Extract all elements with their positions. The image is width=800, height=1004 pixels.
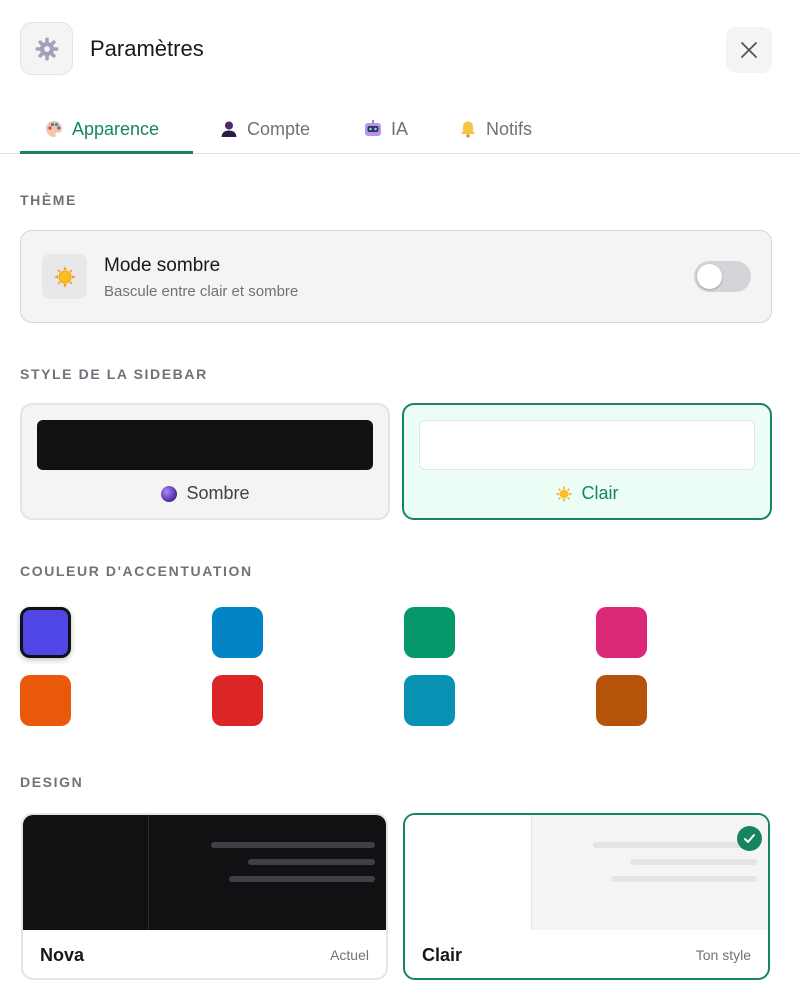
user-icon (219, 119, 239, 139)
tab-notifs[interactable]: Notifs (458, 104, 532, 154)
page-title: Paramètres (90, 36, 204, 61)
preview-line (611, 876, 757, 882)
gear-icon (35, 37, 58, 60)
design-preview-nova (23, 815, 386, 930)
sidebar-preview-light (419, 420, 755, 470)
robot-icon (363, 119, 383, 139)
close-button[interactable] (726, 27, 772, 73)
dark-mode-subtitle: Bascule entre clair et sombre (104, 283, 299, 300)
sidebar-style-sombre-label: Sombre (186, 483, 250, 503)
dark-mode-toggle[interactable] (694, 261, 751, 292)
design-option-nova-name: Nova (40, 945, 85, 965)
accent-swatch[interactable] (212, 607, 263, 658)
tab-ia-label: IA (391, 118, 409, 139)
design-option-clair-name: Clair (422, 945, 463, 965)
preview-line (229, 876, 375, 882)
sidebar-style-sombre-label-row: Sombre (22, 483, 388, 504)
selected-check-badge (737, 826, 762, 851)
settings-tabs: Apparence Compte IA Notifs (0, 104, 800, 154)
accent-swatch[interactable] (20, 607, 71, 658)
settings-app-icon (20, 22, 73, 75)
design-option-nova-tag: Actuel (330, 947, 369, 963)
dark-mode-card: Mode sombre Bascule entre clair et sombr… (20, 230, 772, 323)
accent-swatch[interactable] (404, 675, 455, 726)
purple-orb-icon (161, 485, 178, 502)
accent-swatch[interactable] (596, 607, 647, 658)
checkmark-icon (744, 834, 755, 843)
theme-section-label: THÈME (20, 192, 77, 208)
tab-notifs-label: Notifs (486, 118, 533, 139)
tab-ia[interactable]: IA (363, 104, 408, 154)
preview-line (630, 859, 757, 865)
preview-line (248, 859, 375, 865)
bell-icon (458, 119, 478, 139)
sun-icon (53, 265, 76, 288)
sidebar-style-clair[interactable]: Clair (402, 403, 772, 520)
toggle-knob (697, 264, 722, 289)
accent-swatch[interactable] (20, 675, 71, 726)
design-section-label: DESIGN (20, 774, 84, 790)
settings-header: Paramètres (0, 0, 800, 100)
design-option-clair[interactable]: Clair Ton style (403, 813, 770, 980)
accent-swatch[interactable] (404, 607, 455, 658)
dark-mode-title: Mode sombre (104, 255, 221, 276)
design-option-clair-tag: Ton style (695, 947, 751, 963)
sidebar-style-clair-label: Clair (581, 483, 619, 503)
active-tab-indicator (20, 151, 193, 154)
preview-content-panel (531, 815, 768, 930)
design-preview-clair (405, 815, 768, 930)
tab-apparence[interactable]: Apparence (44, 104, 159, 154)
sun-icon (556, 485, 573, 502)
sidebar-style-sombre[interactable]: Sombre (20, 403, 390, 520)
accent-swatch[interactable] (596, 675, 647, 726)
sidebar-preview-dark (37, 420, 373, 470)
accent-section-label: COULEUR D'ACCENTUATION (20, 563, 253, 579)
tab-compte-label: Compte (247, 118, 311, 139)
preview-divider (148, 815, 149, 930)
design-option-nova[interactable]: Nova Actuel (21, 813, 388, 980)
accent-swatch[interactable] (212, 675, 263, 726)
tab-compte[interactable]: Compte (219, 104, 310, 154)
tab-apparence-label: Apparence (72, 118, 160, 139)
preview-line (593, 842, 757, 848)
theme-icon-box (42, 254, 87, 299)
sidebar-style-clair-label-row: Clair (404, 483, 770, 504)
close-icon (741, 42, 757, 58)
preview-line (211, 842, 375, 848)
palette-icon (44, 119, 64, 139)
sidebar-style-section-label: STYLE DE LA SIDEBAR (20, 366, 208, 382)
